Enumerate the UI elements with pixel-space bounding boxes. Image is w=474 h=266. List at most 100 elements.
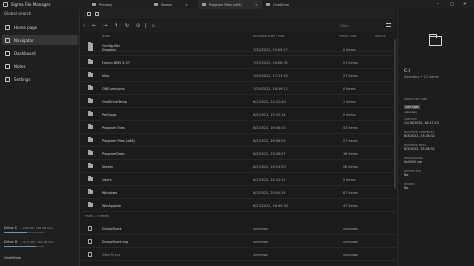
sidebar-item-settings[interactable]: Settings	[2, 74, 78, 84]
sidebar-item-navigator[interactable]: Navigator	[2, 35, 78, 45]
sidebar-item-dashboard[interactable]: Dashboard	[2, 48, 78, 58]
minimize-button[interactable]: –	[437, 1, 439, 6]
row-name: DumpStack.log	[102, 239, 128, 244]
column-status[interactable]: STATUS	[375, 34, 386, 38]
drive-c[interactable]: Drive C • 208 GB / 500 GB free	[4, 226, 53, 233]
row-date: 6/1/2022, 14:31:31	[253, 177, 286, 182]
tab-label: Program Files (x86)	[209, 2, 242, 7]
row-date: 8/2/2022, 16:24:50	[253, 164, 286, 169]
row-name: OneDriveTemp	[102, 99, 127, 104]
refresh-icon[interactable]: ↻	[125, 23, 129, 29]
dashboard-icon	[5, 50, 10, 56]
row-date: 8/3/2022, 23:28:57	[253, 151, 286, 156]
row-size: 27 items	[343, 73, 358, 78]
folder-icon	[88, 111, 93, 116]
file-list: Config.Msi Dropbox 7/30/2022, 15:09:27 0…	[81, 39, 396, 266]
table-row[interactable]: WinAppexe 8/23/2022, 16:45:34 47 items	[81, 199, 396, 212]
global-search-button[interactable]: Global search	[4, 11, 31, 16]
table-row[interactable]: ProgramData 8/3/2022, 23:28:57 18 items	[81, 147, 396, 160]
drive-onedrive[interactable]: OneDrive	[4, 256, 21, 260]
row-size: 0 items	[343, 112, 356, 117]
column-modified[interactable]: MODIFIED DATE / TIME	[253, 34, 285, 38]
folder-icon	[88, 137, 93, 142]
new-file-icon[interactable]	[95, 12, 99, 16]
row-name: Misc	[102, 73, 110, 78]
folder-icon	[88, 150, 93, 155]
close-button[interactable]: ✕	[463, 1, 466, 6]
table-row[interactable]: PerfLogs 6/5/2021, 15:10:14 0 items	[81, 108, 396, 121]
table-row[interactable]: DumpStack unknown unknown	[81, 222, 396, 235]
column-name[interactable]: NAME	[102, 34, 110, 38]
get-size-button[interactable]: GET SIZE	[404, 105, 420, 109]
row-name: Users	[102, 177, 112, 182]
tab-program-files-x86[interactable]: Program Files (x86) ✕	[198, 0, 262, 9]
arrow-right-icon[interactable]: →	[103, 23, 107, 29]
tab-steam[interactable]: Steam ✕	[150, 0, 192, 9]
table-row[interactable]: Falcon BMS 4.37 7/25/2022, 16:08:35 21 i…	[81, 56, 396, 69]
table-row[interactable]: Windows 8/3/2022, 20:00:24 87 items	[81, 186, 396, 199]
sidebar-item-label: Settings	[14, 76, 31, 82]
arrow-left-icon[interactable]: ←	[92, 23, 96, 29]
drive-free-space: • 208 GB / 500 GB free	[20, 226, 53, 230]
table-row[interactable]: Misc 7/29/2022, 17:13:45 27 items	[81, 69, 396, 82]
row-size: 0 items	[343, 86, 356, 91]
row-size: 28 items	[343, 164, 358, 169]
file-icon	[88, 225, 92, 231]
table-row[interactable]: DumpStack.log unknown unknown	[81, 235, 396, 248]
tab-label: OneDrive	[273, 2, 289, 7]
details-subtitle: Directory • 21 items	[404, 75, 439, 79]
table-row[interactable]: OneDriveTemp 6/1/2022, 14:22:40 1 items	[81, 95, 396, 108]
filter-icon[interactable]	[386, 23, 391, 27]
notes-icon	[5, 63, 10, 69]
table-row[interactable]: Program Files (x86) 8/3/2022, 16:56:03 2…	[81, 134, 396, 147]
folder-icon	[154, 3, 158, 6]
table-row[interactable]: OBS-sessions 7/29/2022, 18:39:12 0 items	[81, 82, 396, 95]
details-value: No	[404, 173, 409, 177]
folder-icon	[88, 85, 93, 90]
row-size: unknown	[343, 239, 359, 244]
table-row[interactable]: Dropbox 7/30/2022, 15:09:27 0 items	[81, 43, 396, 56]
group-label-files: FILES • 3 ITEMS	[85, 214, 109, 218]
row-date: unknown	[253, 226, 269, 231]
row-size: 0 items	[343, 47, 356, 52]
row-date: 7/30/2022, 15:09:27	[253, 47, 288, 52]
chevron-left-icon[interactable]: ‹	[83, 23, 85, 29]
address-separator-icon: |	[145, 23, 147, 29]
row-size: 21 items	[343, 60, 358, 65]
row-size: 27 items	[343, 138, 358, 143]
table-row[interactable]: Program Files 8/3/2022, 16:56:03 53 item…	[81, 121, 396, 134]
row-date: 8/3/2022, 16:56:03	[253, 125, 286, 130]
close-tab-icon[interactable]: ✕	[185, 3, 188, 7]
close-tab-icon[interactable]: ✕	[255, 3, 258, 7]
file-list-scrollbar[interactable]	[394, 39, 396, 189]
row-date: unknown	[253, 239, 269, 244]
tab-onedrive[interactable]: OneDrive	[262, 0, 312, 9]
arrow-up-icon[interactable]: ↑	[114, 23, 118, 29]
details-value: 0x0000 r/w	[404, 160, 423, 164]
table-row[interactable]: Steam 8/2/2022, 16:24:50 28 items	[81, 160, 396, 173]
file-icon	[88, 251, 92, 257]
drive-d[interactable]: Drive D • 97.1 GB / 465 GB free	[4, 240, 54, 247]
new-folder-icon[interactable]	[87, 12, 91, 16]
details-name: C:/	[404, 69, 411, 74]
tab-primary[interactable]: Primary	[88, 0, 130, 9]
folder-icon	[266, 3, 270, 6]
sidebar-item-home[interactable]: Home page	[2, 22, 78, 32]
table-row[interactable]: hiberfil.sys unknown unknown	[81, 248, 396, 261]
maximize-button[interactable]: ▢	[450, 1, 454, 6]
table-row[interactable]: Users 6/1/2022, 14:31:31 5 items	[81, 173, 396, 186]
tab-label: Steam	[161, 2, 172, 7]
row-size: 1 items	[343, 99, 356, 104]
row-name: ProgramData	[102, 151, 125, 156]
history-icon[interactable]: ⊙	[136, 23, 140, 29]
filter-input[interactable]	[340, 22, 376, 29]
drive-label: Drive D	[4, 240, 18, 244]
row-date: 8/3/2022, 20:00:24	[253, 190, 286, 195]
row-name: Program Files (x86)	[102, 138, 135, 143]
sidebar-item-notes[interactable]: Notes	[2, 61, 78, 71]
row-size: 53 items	[343, 125, 358, 130]
row-date: 8/3/2022, 16:56:03	[253, 138, 286, 143]
sidebar: Global search Home page Navigator Dashbo…	[0, 9, 80, 266]
address-path[interactable]: C:	[152, 23, 156, 29]
column-items-size[interactable]: ITEMS / SIZE	[339, 34, 357, 38]
